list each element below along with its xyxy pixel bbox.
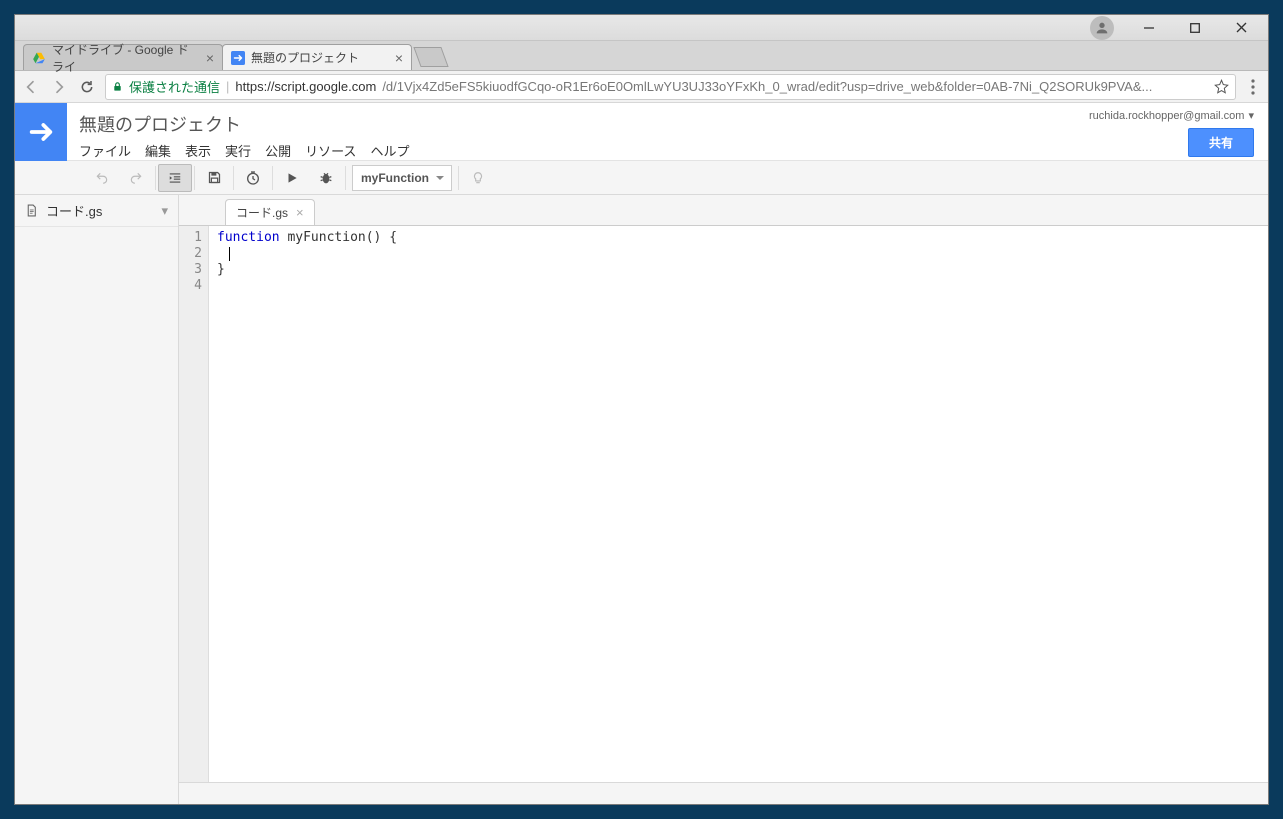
- user-email[interactable]: ruchida.rockhopper@gmail.com ▾: [1089, 109, 1254, 122]
- forward-button[interactable]: [49, 77, 69, 97]
- browser-window: マイドライブ - Google ドライ × 無題のプロジェクト × 保護された通…: [14, 14, 1269, 805]
- redo-button[interactable]: [119, 164, 153, 192]
- browser-tab[interactable]: マイドライブ - Google ドライ ×: [23, 44, 223, 70]
- reload-button[interactable]: [77, 77, 97, 97]
- browser-menu-icon[interactable]: [1244, 79, 1262, 95]
- function-select-label: myFunction: [361, 171, 429, 185]
- apps-script-icon: [231, 51, 245, 65]
- separator: [155, 166, 156, 190]
- status-bar: [179, 782, 1268, 804]
- url-path: /d/1Vjx4Zd5eFS5kiuodfGCqo-oR1Er6oE0OmlLw…: [382, 79, 1152, 94]
- chevron-down-icon: ▾: [1248, 109, 1254, 122]
- bookmark-star-icon[interactable]: [1214, 79, 1229, 94]
- tab-title: マイドライブ - Google ドライ: [52, 41, 200, 75]
- menu-view[interactable]: 表示: [185, 141, 211, 160]
- separator: [194, 166, 195, 190]
- run-button[interactable]: [275, 164, 309, 192]
- project-title[interactable]: 無題のプロジェクト: [79, 109, 1063, 141]
- close-window-button[interactable]: [1218, 17, 1264, 39]
- editor-tabs: コード.gs ×: [179, 195, 1268, 225]
- menu-run[interactable]: 実行: [225, 141, 251, 160]
- close-icon[interactable]: ×: [296, 205, 304, 220]
- file-name: コード.gs: [46, 201, 102, 220]
- url-domain: https://script.google.com: [235, 79, 376, 94]
- apps-script-editor: 無題のプロジェクト ファイル 編集 表示 実行 公開 リソース ヘルプ ruch…: [15, 103, 1268, 804]
- file-item[interactable]: コード.gs ▾: [15, 195, 178, 227]
- code-text: myFunction() {: [280, 230, 397, 245]
- separator: [345, 166, 346, 190]
- save-button[interactable]: [197, 164, 231, 192]
- editor-wrap: コード.gs × 1 2 3 4 function myFunction() {…: [179, 195, 1268, 804]
- window-titlebar: [15, 15, 1268, 41]
- back-button[interactable]: [21, 77, 41, 97]
- toolbar: myFunction: [15, 161, 1268, 195]
- app-header: 無題のプロジェクト ファイル 編集 表示 実行 公開 リソース ヘルプ ruch…: [15, 103, 1268, 161]
- tab-close-icon[interactable]: ×: [206, 51, 214, 65]
- line-number: 1: [179, 230, 202, 246]
- app-logo[interactable]: [15, 103, 67, 161]
- new-tab-button[interactable]: [413, 47, 448, 67]
- code-text: }: [217, 262, 397, 278]
- menu-publish[interactable]: 公開: [265, 141, 291, 160]
- lock-icon: [112, 80, 123, 93]
- tab-close-icon[interactable]: ×: [395, 51, 403, 65]
- share-button[interactable]: 共有: [1188, 128, 1254, 157]
- drive-icon: [32, 51, 46, 65]
- file-icon: [25, 203, 38, 218]
- minimize-button[interactable]: [1126, 17, 1172, 39]
- separator: |: [226, 79, 229, 94]
- browser-tab-active[interactable]: 無題のプロジェクト ×: [222, 44, 412, 70]
- text-cursor: [229, 247, 230, 261]
- undo-button[interactable]: [85, 164, 119, 192]
- browser-tabstrip: マイドライブ - Google ドライ × 無題のプロジェクト ×: [15, 41, 1268, 71]
- debug-button[interactable]: [309, 164, 343, 192]
- function-select[interactable]: myFunction: [352, 165, 452, 191]
- menu-resource[interactable]: リソース: [305, 141, 356, 160]
- url-input[interactable]: 保護された通信 | https://script.google.com/d/1V…: [105, 74, 1236, 100]
- line-number: 3: [179, 262, 202, 278]
- line-number: 2: [179, 246, 202, 262]
- menu-help[interactable]: ヘルプ: [370, 141, 409, 160]
- tab-title: 無題のプロジェクト: [251, 49, 359, 66]
- menu-file[interactable]: ファイル: [79, 141, 131, 160]
- triggers-button[interactable]: [236, 164, 270, 192]
- profile-icon[interactable]: [1090, 16, 1114, 40]
- keyword: function: [217, 230, 280, 245]
- maximize-button[interactable]: [1172, 17, 1218, 39]
- code-content[interactable]: function myFunction() {}: [209, 226, 397, 782]
- menu-edit[interactable]: 編集: [145, 141, 171, 160]
- code-editor[interactable]: 1 2 3 4 function myFunction() {}: [179, 225, 1268, 782]
- secure-label: 保護された通信: [129, 77, 220, 96]
- editor-tab-label: コード.gs: [236, 204, 288, 221]
- user-email-text: ruchida.rockhopper@gmail.com: [1089, 110, 1244, 122]
- file-sidebar: コード.gs ▾: [15, 195, 179, 804]
- separator: [272, 166, 273, 190]
- chevron-down-icon[interactable]: ▾: [161, 203, 168, 219]
- separator: [458, 166, 459, 190]
- line-number: 4: [179, 278, 202, 294]
- indent-button[interactable]: [158, 164, 192, 192]
- gutter: 1 2 3 4: [179, 226, 209, 782]
- header-main: 無題のプロジェクト ファイル 編集 表示 実行 公開 リソース ヘルプ: [67, 103, 1075, 160]
- address-bar: 保護された通信 | https://script.google.com/d/1V…: [15, 71, 1268, 103]
- lightbulb-button[interactable]: [461, 164, 495, 192]
- separator: [233, 166, 234, 190]
- header-right: ruchida.rockhopper@gmail.com ▾ 共有: [1075, 103, 1268, 163]
- main-area: コード.gs ▾ コード.gs × 1 2 3 4: [15, 195, 1268, 804]
- editor-tab[interactable]: コード.gs ×: [225, 199, 315, 225]
- menu-bar: ファイル 編集 表示 実行 公開 リソース ヘルプ: [79, 141, 1063, 160]
